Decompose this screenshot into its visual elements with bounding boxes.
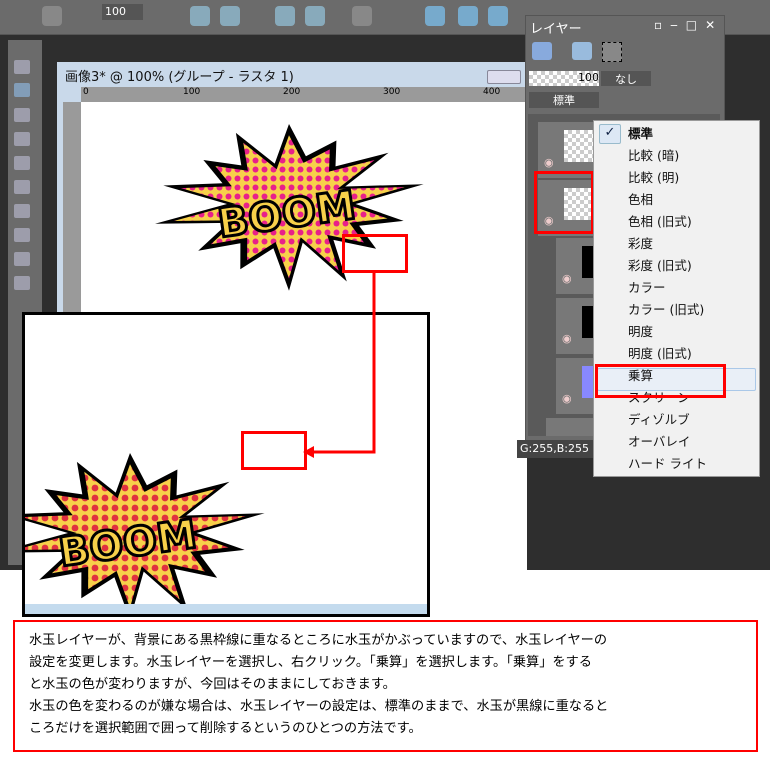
note-line: と水玉の色が変わりますが、今回はそのままにしておきます。 [29, 677, 396, 692]
note-line: 水玉の色を変わるのが嫌な場合は、水玉レイヤーの設定は、標準のままで、水玉が黒線に… [29, 699, 609, 714]
note-line: 設定を変更します。水玉レイヤーを選択し、右クリック。「乗算」を選択します。「乗算… [29, 655, 592, 670]
explanation-note: 水玉レイヤーが、背景にある黒枠線に重なるところに水玉がかぶっていますので、水玉レ… [13, 620, 758, 752]
note-line: 水玉レイヤーが、背景にある黒枠線に重なるところに水玉がかぶっていますので、水玉レ… [29, 633, 608, 648]
note-line: ころだけを選択範囲で囲って削除するというのひとつの方法です。 [29, 721, 422, 736]
